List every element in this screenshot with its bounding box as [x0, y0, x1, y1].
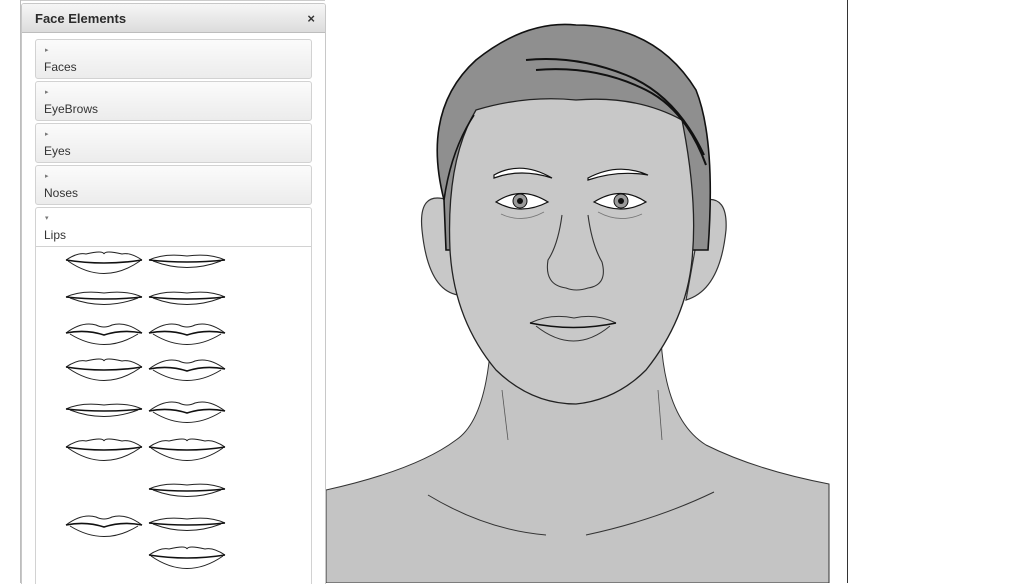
lips-grid [65, 251, 226, 570]
lip-option[interactable] [148, 401, 226, 424]
close-button[interactable]: × [307, 11, 315, 26]
lip-option[interactable] [148, 359, 226, 382]
lip-option[interactable] [148, 323, 226, 346]
accordion-label: EyeBrows [44, 102, 99, 116]
accordion-lips[interactable]: ▾ Lips [35, 207, 312, 247]
expand-arrow-icon: ▸ [45, 47, 49, 54]
accordion-label: Noses [44, 186, 79, 200]
lip-option[interactable] [65, 438, 143, 462]
lip-option[interactable] [148, 483, 226, 498]
expand-arrow-icon: ▸ [45, 89, 49, 96]
lip-option[interactable] [148, 546, 226, 570]
accordion-eyebrows[interactable]: ▸ EyeBrows [35, 81, 312, 121]
lip-option[interactable] [65, 515, 143, 538]
lip-option[interactable] [65, 323, 143, 346]
lip-option[interactable] [65, 251, 143, 275]
accordion-label: Lips [44, 228, 67, 242]
lip-option[interactable] [65, 358, 143, 382]
canvas-right-border [847, 0, 848, 583]
panel-header: Face Elements × [22, 4, 325, 33]
accordion-label: Faces [44, 60, 77, 74]
expand-arrow-icon: ▸ [45, 131, 49, 138]
accordion-eyes[interactable]: ▸ Eyes [35, 123, 312, 163]
collapse-arrow-icon: ▾ [45, 215, 49, 222]
lip-option[interactable] [148, 254, 226, 269]
face-drawing [325, 23, 830, 584]
lip-option[interactable] [148, 291, 226, 306]
accordion-label: Eyes [44, 144, 71, 158]
accordion-faces[interactable]: ▸ Faces [35, 39, 312, 79]
lip-option[interactable] [65, 403, 143, 418]
expand-arrow-icon: ▸ [45, 173, 49, 180]
lip-option[interactable] [148, 517, 226, 532]
face-elements-panel: Face Elements × ▸ Faces ▸ EyeBrows ▸ Eye… [21, 3, 326, 584]
lip-option[interactable] [65, 291, 143, 306]
panel-title: Face Elements [35, 10, 127, 26]
accordion-noses[interactable]: ▸ Noses [35, 165, 312, 205]
accordion: ▸ Faces ▸ EyeBrows ▸ Eyes ▸ Noses ▾ Lips [35, 39, 312, 584]
lips-options [35, 247, 312, 584]
top-border [20, 0, 325, 1]
face-canvas[interactable] [325, 0, 847, 584]
lip-option[interactable] [148, 438, 226, 462]
